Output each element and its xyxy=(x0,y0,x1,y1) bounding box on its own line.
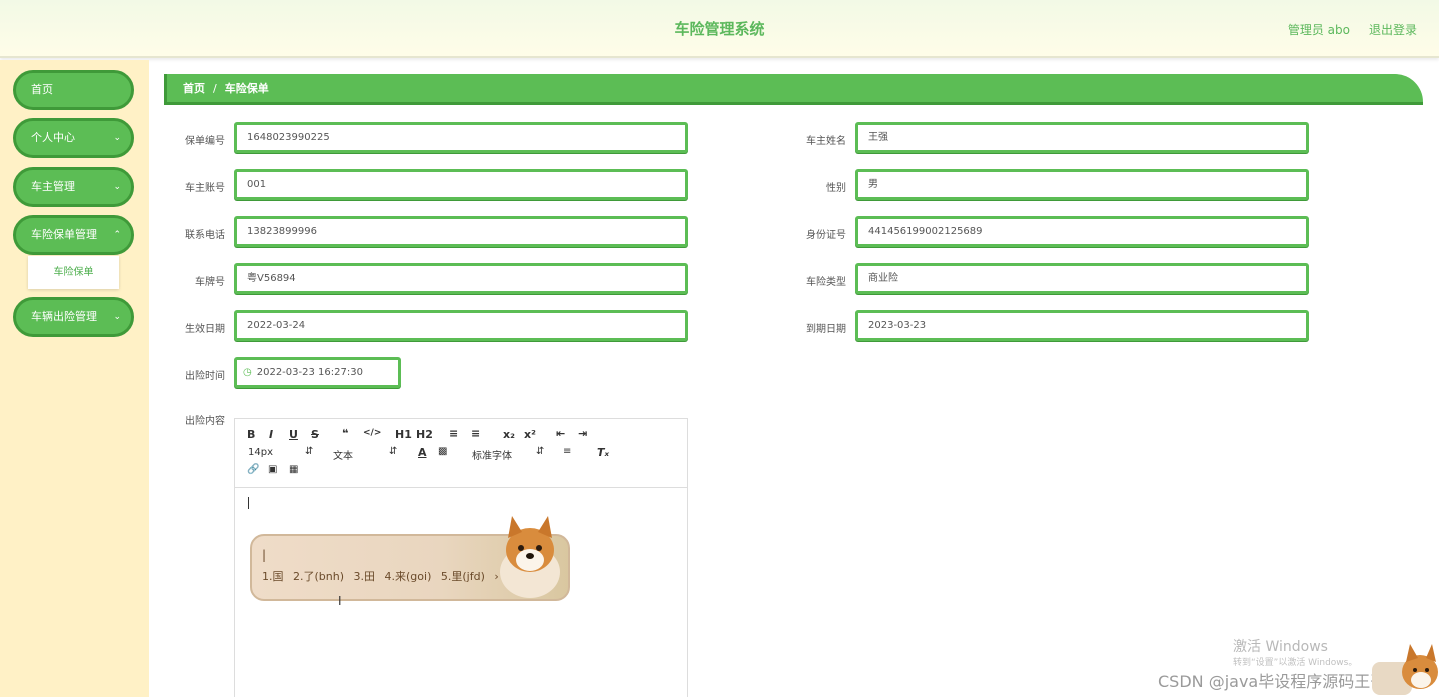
logout-link[interactable]: 退出登录 xyxy=(1369,21,1417,38)
font-color-icon[interactable]: A xyxy=(418,446,427,459)
ime-candidate[interactable]: 4.来(goi) xyxy=(385,570,432,583)
activate-windows-watermark: 激活 Windows xyxy=(1233,639,1328,655)
ime-candidate[interactable]: 3.田 xyxy=(354,570,376,583)
font-size-select[interactable]: 14px xyxy=(248,447,273,458)
gender-label: 性别 xyxy=(826,183,846,194)
incident-time-picker[interactable]: ◷ 2022-03-23 16:27:30 xyxy=(234,357,401,388)
subscript-icon[interactable]: x₂ xyxy=(503,428,515,441)
bullet-list-icon[interactable]: ≡ xyxy=(471,427,480,440)
id-card-field[interactable]: 441456199002125689 xyxy=(855,216,1309,247)
chevron-updown-icon: ⇵ xyxy=(536,446,545,457)
shiba-dog-icon xyxy=(500,516,560,598)
underline-button[interactable]: U xyxy=(289,428,298,441)
sidebar-item-label: 个人中心 xyxy=(31,131,75,144)
incident-time-label: 出险时间 xyxy=(185,371,225,382)
plate-field[interactable]: 粤V56894 xyxy=(234,263,688,294)
sidebar: 首页 个人中心 ⌄ 车主管理 ⌄ 车险保单管理 ⌃ 车险保单 车辆出险管理 ⌄ xyxy=(0,60,149,697)
bold-button[interactable]: B xyxy=(247,428,255,441)
sidebar-item-incident-management[interactable]: 车辆出险管理 ⌄ xyxy=(13,297,134,337)
italic-button[interactable]: I xyxy=(269,428,273,441)
breadcrumb-home[interactable]: 首页 xyxy=(183,82,205,95)
owner-name-field[interactable]: 王强 xyxy=(855,122,1309,153)
clear-format-icon[interactable]: Tₓ xyxy=(597,446,609,459)
video-icon[interactable]: ▦ xyxy=(289,464,298,475)
sidebar-item-owner-management[interactable]: 车主管理 ⌄ xyxy=(13,167,134,207)
chevron-down-icon: ⌄ xyxy=(113,182,121,192)
link-icon[interactable]: 🔗 xyxy=(247,464,259,475)
breadcrumb: 首页 / 车险保单 xyxy=(164,74,1423,105)
editor-toolbar: B I U S ❝ </> H1 H2 ≡ ≡ x₂ x² ⇤ ⇥ 14px ⇵… xyxy=(235,419,687,488)
h2-button[interactable]: H2 xyxy=(416,428,433,441)
phone-label: 联系电话 xyxy=(185,230,225,241)
chevron-updown-icon: ⇵ xyxy=(389,446,398,457)
chevron-updown-icon: ⇵ xyxy=(305,446,314,457)
ordered-list-icon[interactable]: ≡ xyxy=(449,427,458,440)
shiba-dog-corner-icon xyxy=(1372,644,1438,695)
sidebar-item-home[interactable]: 首页 xyxy=(13,70,134,110)
csdn-watermark: CSDN @java毕设程序源码王哥 xyxy=(1158,672,1387,691)
owner-name-label: 车主姓名 xyxy=(806,136,846,147)
phone-field[interactable]: 13823899996 xyxy=(234,216,688,247)
sidebar-item-label: 车辆出险管理 xyxy=(31,310,97,323)
sidebar-subitem-policy[interactable]: 车险保单 xyxy=(28,256,119,289)
superscript-icon[interactable]: x² xyxy=(524,428,536,441)
owner-account-field[interactable]: 001 xyxy=(234,169,688,200)
top-bar: 车险管理系统 管理员 abo 退出登录 xyxy=(0,0,1439,58)
end-date-label: 到期日期 xyxy=(806,324,846,335)
background-color-icon[interactable]: ▩ xyxy=(438,446,447,457)
strike-button[interactable]: S xyxy=(311,428,319,441)
incident-time-value: 2022-03-23 16:27:30 xyxy=(256,367,363,378)
sidebar-item-policy-management[interactable]: 车险保单管理 ⌃ xyxy=(13,215,134,255)
outdent-icon[interactable]: ⇤ xyxy=(556,427,565,440)
align-icon[interactable]: ≡ xyxy=(563,446,571,457)
font-family-select[interactable]: 标准字体 xyxy=(472,447,512,462)
image-icon[interactable]: ▣ xyxy=(268,464,277,475)
insurance-type-label: 车险类型 xyxy=(806,277,846,288)
ime-candidates: 1.国 2.了(bnh) 3.田 4.来(goi) 5.里(jfd) › xyxy=(262,568,499,584)
chevron-down-icon: ⌄ xyxy=(113,312,121,322)
breadcrumb-current: 车险保单 xyxy=(224,82,269,95)
block-type-select[interactable]: 文本 xyxy=(333,447,353,462)
activate-windows-hint: 转到“设置”以激活 Windows。 xyxy=(1233,658,1358,668)
chevron-down-icon: ⌄ xyxy=(113,133,121,143)
app-title: 车险管理系统 xyxy=(674,20,765,38)
clock-icon: ◷ xyxy=(243,367,252,378)
sidebar-item-personal-center[interactable]: 个人中心 ⌄ xyxy=(13,118,134,158)
incident-content-label: 出险内容 xyxy=(185,416,225,427)
chevron-up-icon: ⌃ xyxy=(113,230,121,240)
indent-icon[interactable]: ⇥ xyxy=(578,427,587,440)
gender-field[interactable]: 男 xyxy=(855,169,1309,200)
ime-candidate[interactable]: 5.里(jfd) xyxy=(441,570,485,583)
policy-no-field[interactable]: 1648023990225 xyxy=(234,122,688,153)
id-card-label: 身份证号 xyxy=(806,230,846,241)
ime-candidate[interactable]: 1.国 xyxy=(262,570,284,583)
insurance-type-field[interactable]: 商业险 xyxy=(855,263,1309,294)
start-date-label: 生效日期 xyxy=(185,324,225,335)
plate-label: 车牌号 xyxy=(195,277,225,288)
sidebar-item-label: 首页 xyxy=(31,83,53,96)
h1-button[interactable]: H1 xyxy=(395,428,412,441)
owner-account-label: 车主账号 xyxy=(185,183,225,194)
sidebar-item-label: 车主管理 xyxy=(31,180,75,193)
ibeam-cursor-icon: I xyxy=(338,594,342,608)
current-user: 管理员 abo xyxy=(1287,23,1350,37)
breadcrumb-separator: / xyxy=(213,82,217,95)
policy-no-label: 保单编号 xyxy=(185,136,225,147)
sidebar-item-label: 车险保单管理 xyxy=(31,228,97,241)
start-date-field[interactable]: 2022-03-24 xyxy=(234,310,688,341)
ime-candidate[interactable]: 2.了(bnh) xyxy=(293,570,344,583)
text-caret xyxy=(248,497,249,509)
ime-composition: | xyxy=(262,548,267,562)
code-icon[interactable]: </> xyxy=(363,428,381,438)
blockquote-icon[interactable]: ❝ xyxy=(342,427,348,440)
end-date-field[interactable]: 2023-03-23 xyxy=(855,310,1309,341)
